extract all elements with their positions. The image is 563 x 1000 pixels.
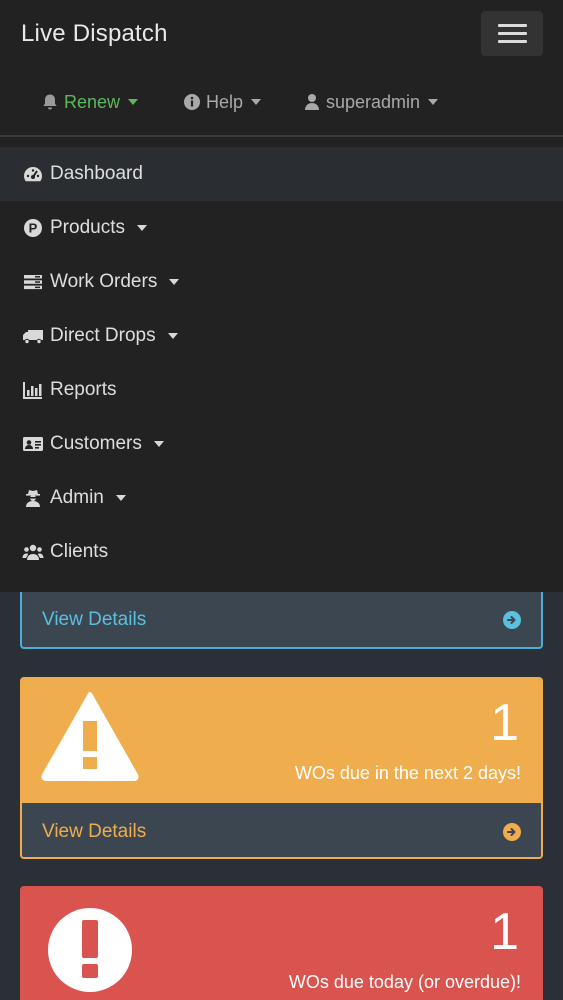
sidebar-item-label: Admin	[50, 487, 104, 508]
arrow-circle-right-icon	[503, 822, 521, 841]
view-details-link[interactable]: View Details	[22, 803, 541, 857]
sidebar-item-products[interactable]: P Products	[0, 201, 563, 255]
sidebar-item-customers[interactable]: Customers	[0, 417, 563, 471]
info-circle-icon	[182, 92, 202, 112]
bell-icon	[40, 92, 60, 112]
chevron-down-icon	[169, 279, 180, 285]
wo-overdue-panel: 1 WOs due today (or overdue)!	[20, 886, 543, 1000]
user-dropdown[interactable]: superadmin	[302, 88, 439, 116]
wo-due-text: WOs due in the next 2 days!	[294, 763, 521, 783]
sidebar-item-admin[interactable]: Admin	[0, 471, 563, 525]
wo-count: 1	[490, 903, 519, 961]
navbar: Live Dispatch Renew Help superadmin	[0, 0, 563, 136]
app-title[interactable]: Live Dispatch	[21, 20, 168, 48]
help-label: Help	[206, 91, 244, 112]
panel-heading: 1 WOs due today (or overdue)!	[22, 888, 541, 1000]
truck-icon	[22, 325, 44, 347]
wo-count: 1	[490, 694, 519, 752]
view-details-link[interactable]: View Details	[20, 592, 543, 649]
chevron-down-icon	[136, 225, 147, 231]
sidebar-item-label: Direct Drops	[50, 325, 156, 346]
help-dropdown[interactable]: Help	[182, 88, 262, 116]
chevron-down-icon	[428, 99, 439, 105]
dashboard-icon	[22, 163, 44, 185]
svg-text:P: P	[29, 221, 38, 236]
view-details-label: View Details	[42, 820, 147, 842]
sidebar-item-label: Clients	[50, 541, 109, 562]
products-icon: P	[22, 217, 44, 239]
sidebar-item-dashboard[interactable]: Dashboard	[0, 147, 563, 201]
exclamation-circle-icon	[48, 908, 132, 992]
panel-heading: 1 WOs due in the next 2 days!	[22, 679, 541, 803]
sidebar-item-work-orders[interactable]: Work Orders	[0, 255, 563, 309]
chevron-down-icon	[115, 495, 126, 501]
sidebar-item-label: Work Orders	[50, 271, 158, 292]
wo-due-text: WOs due today (or overdue)!	[288, 972, 521, 992]
chevron-down-icon	[167, 333, 178, 339]
view-details-label: View Details	[42, 608, 147, 630]
sidebar-item-clients[interactable]: Clients	[0, 525, 563, 579]
sidebar-item-label: Customers	[50, 433, 142, 454]
sidebar-item-reports[interactable]: Reports	[0, 363, 563, 417]
page: Live Dispatch Renew Help superadmin Dash…	[0, 0, 563, 1000]
user-label: superadmin	[326, 91, 421, 112]
users-icon	[22, 541, 44, 563]
user-icon	[302, 92, 322, 112]
sidebar-item-direct-drops[interactable]: Direct Drops	[0, 309, 563, 363]
sidebar-menu: Dashboard P Products Work Orders Direct …	[0, 137, 563, 592]
chevron-down-icon	[128, 99, 139, 105]
hamburger-menu-button[interactable]	[481, 11, 543, 56]
arrow-circle-right-icon	[503, 610, 521, 629]
sidebar-item-label: Reports	[50, 379, 117, 400]
user-secret-icon	[22, 487, 44, 509]
sidebar-item-label: Dashboard	[50, 163, 143, 184]
sidebar-item-label: Products	[50, 217, 125, 238]
renew-label: Renew	[64, 91, 121, 112]
work-orders-icon	[22, 271, 44, 293]
id-card-icon	[22, 433, 44, 455]
chevron-down-icon	[153, 441, 164, 447]
warning-icon	[41, 692, 139, 781]
bar-chart-icon	[22, 379, 44, 401]
chevron-down-icon	[251, 99, 262, 105]
wo-due-soon-panel: 1 WOs due in the next 2 days! View Detai…	[20, 677, 543, 859]
renew-dropdown[interactable]: Renew	[40, 88, 139, 116]
